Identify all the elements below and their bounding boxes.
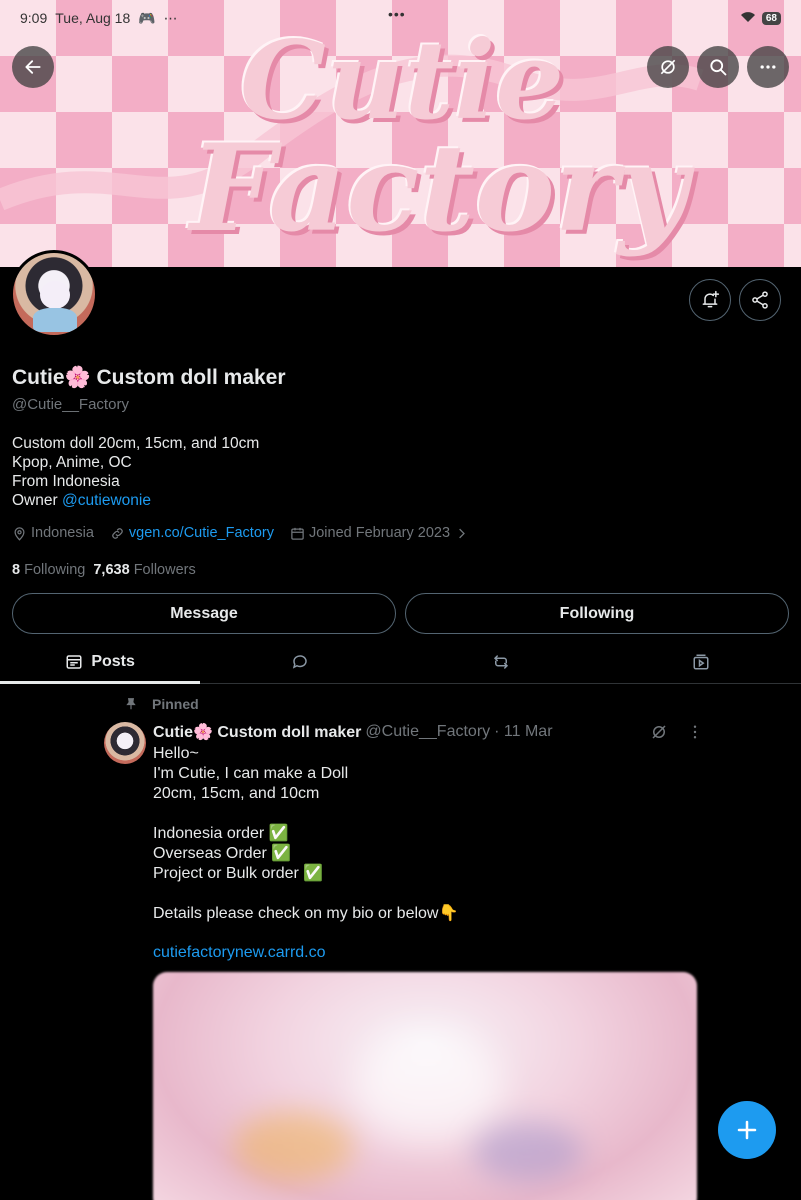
share-icon	[752, 291, 768, 309]
link-icon	[112, 527, 123, 539]
grok-icon[interactable]	[650, 723, 668, 741]
wifi-icon	[740, 10, 756, 26]
search-button[interactable]	[697, 46, 739, 88]
chevron-right-icon	[459, 528, 465, 538]
replies-icon	[293, 654, 308, 669]
tab-posts[interactable]: Posts	[0, 640, 201, 684]
media-icon	[693, 654, 709, 669]
post-author-handle[interactable]: @Cutie__Factory	[365, 723, 490, 741]
tab-replies[interactable]	[200, 640, 400, 683]
post-actions-top	[650, 723, 704, 741]
avatar-doll-bow	[33, 308, 77, 332]
profile-display-name: Cutie🌸 Custom doll maker	[12, 366, 286, 389]
pin-icon	[126, 698, 136, 710]
followers-count: 7,638	[93, 562, 130, 578]
grok-icon	[660, 59, 676, 75]
post-author-avatar[interactable]	[104, 722, 146, 764]
tab-media[interactable]	[601, 640, 801, 683]
share-button[interactable]	[739, 279, 781, 321]
profile-banner[interactable]: Cutie Factory	[0, 0, 801, 267]
post-text: Hello~ I'm Cutie, I can make a Doll 20cm…	[153, 745, 459, 922]
post-header: Cutie🌸 Custom doll maker @Cutie__Factory…	[153, 722, 553, 742]
location-item: Indonesia	[12, 525, 94, 541]
compose-post-button[interactable]	[718, 1101, 776, 1159]
grok-button[interactable]	[647, 46, 689, 88]
battery-badge: 68	[761, 11, 781, 25]
media-blur-warm	[233, 1112, 353, 1182]
joined-text: Joined February 2023	[308, 525, 451, 541]
message-button[interactable]: Message	[12, 593, 396, 634]
tab-posts-label: Posts	[91, 652, 135, 670]
retweet-icon	[493, 654, 508, 669]
status-bar: 9:09 Tue, Aug 18 🎮 ⋯ 68	[0, 0, 801, 36]
banner-logo-line2: Factory	[190, 118, 688, 259]
avatar-doll-face	[40, 281, 70, 309]
bio-owner-prefix: Owner	[12, 492, 62, 509]
back-button[interactable]	[12, 46, 54, 88]
search-icon	[710, 59, 727, 76]
pinned-label: Pinned	[152, 696, 199, 712]
location-pin-icon	[14, 526, 25, 541]
post-date[interactable]: · 11 Mar	[494, 723, 552, 741]
status-date: Tue, Aug 18	[55, 10, 131, 26]
bio-line-owner: Owner @cutiewonie	[12, 491, 259, 510]
joined-item[interactable]: Joined February 2023	[290, 525, 469, 541]
tab-reposts[interactable]	[401, 640, 601, 683]
location-text: Indonesia	[31, 525, 94, 541]
following-button[interactable]: Following	[405, 593, 789, 634]
profile-tabs: Posts	[0, 640, 801, 684]
media-blur-cool	[473, 1122, 583, 1182]
website-link[interactable]: vgen.co/Cutie_Factory	[129, 525, 274, 541]
pinned-indicator: Pinned	[124, 696, 199, 712]
more-notifications-icon: ⋯	[163, 9, 178, 26]
plus-icon	[737, 1120, 757, 1140]
bio-line: Kpop, Anime, OC	[12, 454, 132, 471]
bio-line: Custom doll 20cm, 15cm, and 10cm	[12, 435, 260, 452]
media-blur-highlight	[353, 1032, 503, 1142]
profile-bio: Custom doll 20cm, 15cm, and 10cm Kpop, A…	[12, 434, 259, 510]
profile-avatar[interactable]	[10, 250, 98, 338]
follow-stats: 8 Following 7,638 Followers	[12, 562, 196, 578]
more-options-button[interactable]	[747, 46, 789, 88]
more-horizontal-icon	[760, 65, 776, 69]
post-author-name[interactable]: Cutie🌸 Custom doll maker	[153, 722, 361, 742]
followers-stat[interactable]: 7,638 Followers	[93, 562, 195, 578]
profile-meta: Indonesia vgen.co/Cutie_Factory Joined F…	[12, 525, 469, 541]
post-media-image[interactable]	[153, 972, 697, 1200]
notifications-button[interactable]	[689, 279, 731, 321]
calendar-icon	[291, 527, 304, 540]
more-vertical-icon[interactable]	[686, 723, 704, 741]
owner-mention-link[interactable]: @cutiewonie	[62, 492, 151, 509]
profile-handle: @Cutie__Factory	[12, 396, 129, 413]
bell-plus-icon	[702, 290, 720, 308]
post-link[interactable]: cutiefactorynew.carrd.co	[153, 944, 326, 962]
website-item[interactable]: vgen.co/Cutie_Factory	[110, 525, 274, 541]
gamepad-icon: 🎮	[138, 9, 156, 26]
status-time: 9:09	[20, 10, 48, 26]
arrow-left-icon	[25, 60, 41, 74]
followers-label: Followers	[133, 562, 196, 578]
following-count: 8	[12, 562, 21, 578]
following-stat[interactable]: 8 Following	[12, 562, 85, 578]
bio-line: From Indonesia	[12, 473, 120, 490]
posts-icon	[66, 654, 82, 669]
following-label: Following	[24, 562, 86, 578]
